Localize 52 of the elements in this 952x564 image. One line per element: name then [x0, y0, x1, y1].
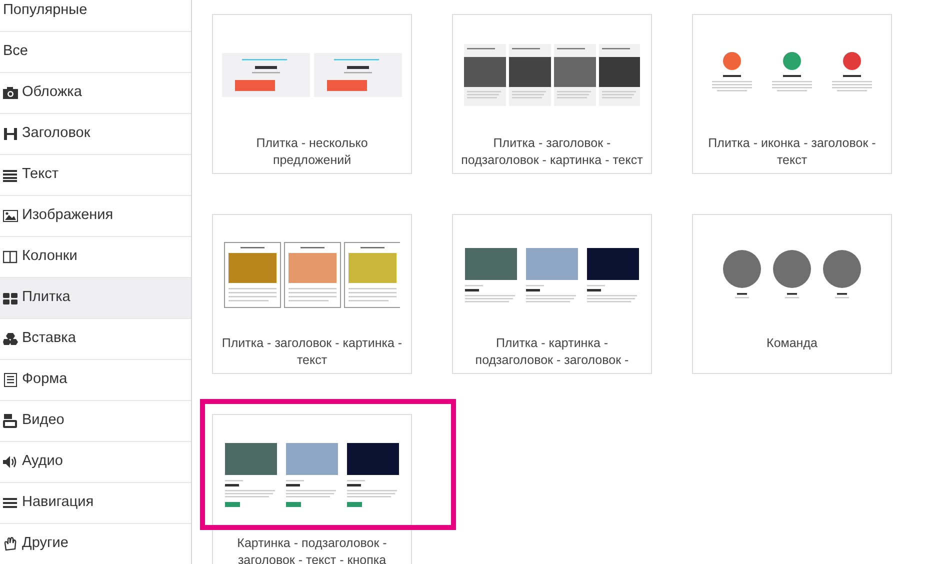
sidebar-item[interactable]: Заголовок [0, 114, 191, 155]
sidebar-item-label: Аудио [22, 452, 63, 472]
template-card[interactable]: Команда [692, 214, 892, 374]
sidebar-item[interactable]: Форма [0, 360, 191, 401]
sidebar-item[interactable]: Все [0, 32, 191, 73]
sidebar-item-label: Плитка [22, 288, 70, 308]
hand-icon [3, 537, 18, 551]
sidebar-item-label: Все [3, 42, 28, 62]
template-card[interactable]: Плитка - несколько предложений [212, 14, 412, 174]
heading-icon [3, 127, 18, 141]
sidebar-item[interactable]: Текст [0, 155, 191, 196]
form-icon [3, 373, 18, 387]
template-caption: Плитка - заголовок - подзаголовок - картинка - текст [460, 135, 644, 169]
template-card[interactable]: Плитка - картинка - подзаголовок - заголовок - [452, 214, 652, 374]
template-caption: Плитка - картинка - подзаголовок - заголовок - [474, 335, 630, 369]
sidebar-item[interactable]: Изображения [0, 196, 191, 237]
grid-icon [3, 291, 18, 305]
template-caption: Команда [766, 335, 818, 352]
image-icon [3, 209, 18, 223]
sidebar-item[interactable]: Аудио [0, 442, 191, 483]
columns-icon [3, 250, 18, 264]
sidebar-item[interactable]: Видео [0, 401, 191, 442]
sidebar-item[interactable]: Плитка [0, 278, 191, 319]
sidebar-item-label: Изображения [22, 206, 114, 226]
sidebar-item-label: Заголовок [22, 124, 90, 144]
speaker-icon [3, 455, 18, 469]
menu-icon [3, 496, 18, 510]
sidebar-item[interactable]: Навигация [0, 483, 191, 524]
template-card[interactable]: Картинка - подзаголовок - заголовок - текст - кнопка [212, 414, 412, 564]
sidebar-item-label: Текст [22, 165, 59, 184]
template-caption: Плитка - иконка - заголовок - текст [707, 135, 877, 169]
sidebar-item-label: Колонки [22, 247, 78, 266]
sidebar-item[interactable]: Вставка [0, 319, 191, 360]
sidebar-item-label: Популярные [3, 1, 88, 20]
template-caption: Картинка - подзаголовок - заголовок - текст - кнопка [236, 535, 388, 564]
sidebar-item-label: Вставка [22, 329, 76, 348]
sidebar-item[interactable]: Популярные [0, 0, 191, 32]
sidebar-item-label: Обложка [22, 83, 82, 102]
template-card[interactable]: Плитка - заголовок - подзаголовок - картинка - текст [452, 14, 652, 174]
sidebar-item-label: Другие [22, 534, 68, 554]
sidebar-item-label: Навигация [22, 493, 94, 512]
template-caption: Плитка - несколько предложений [255, 135, 369, 169]
template-card[interactable]: Плитка - заголовок - картинка - текст [212, 214, 412, 374]
sidebar-item[interactable]: Обложка [0, 73, 191, 114]
template-card[interactable]: Плитка - иконка - заголовок - текст [692, 14, 892, 174]
camera-icon [3, 86, 18, 100]
sidebar-item[interactable]: Другие [0, 524, 191, 564]
sidebar-item-label: Видео [22, 411, 64, 430]
sidebar-item-label: Форма [22, 370, 68, 390]
template-caption: Плитка - заголовок - картинка - текст [220, 335, 404, 369]
text-lines-icon [3, 168, 18, 182]
cubes-icon [3, 332, 18, 346]
